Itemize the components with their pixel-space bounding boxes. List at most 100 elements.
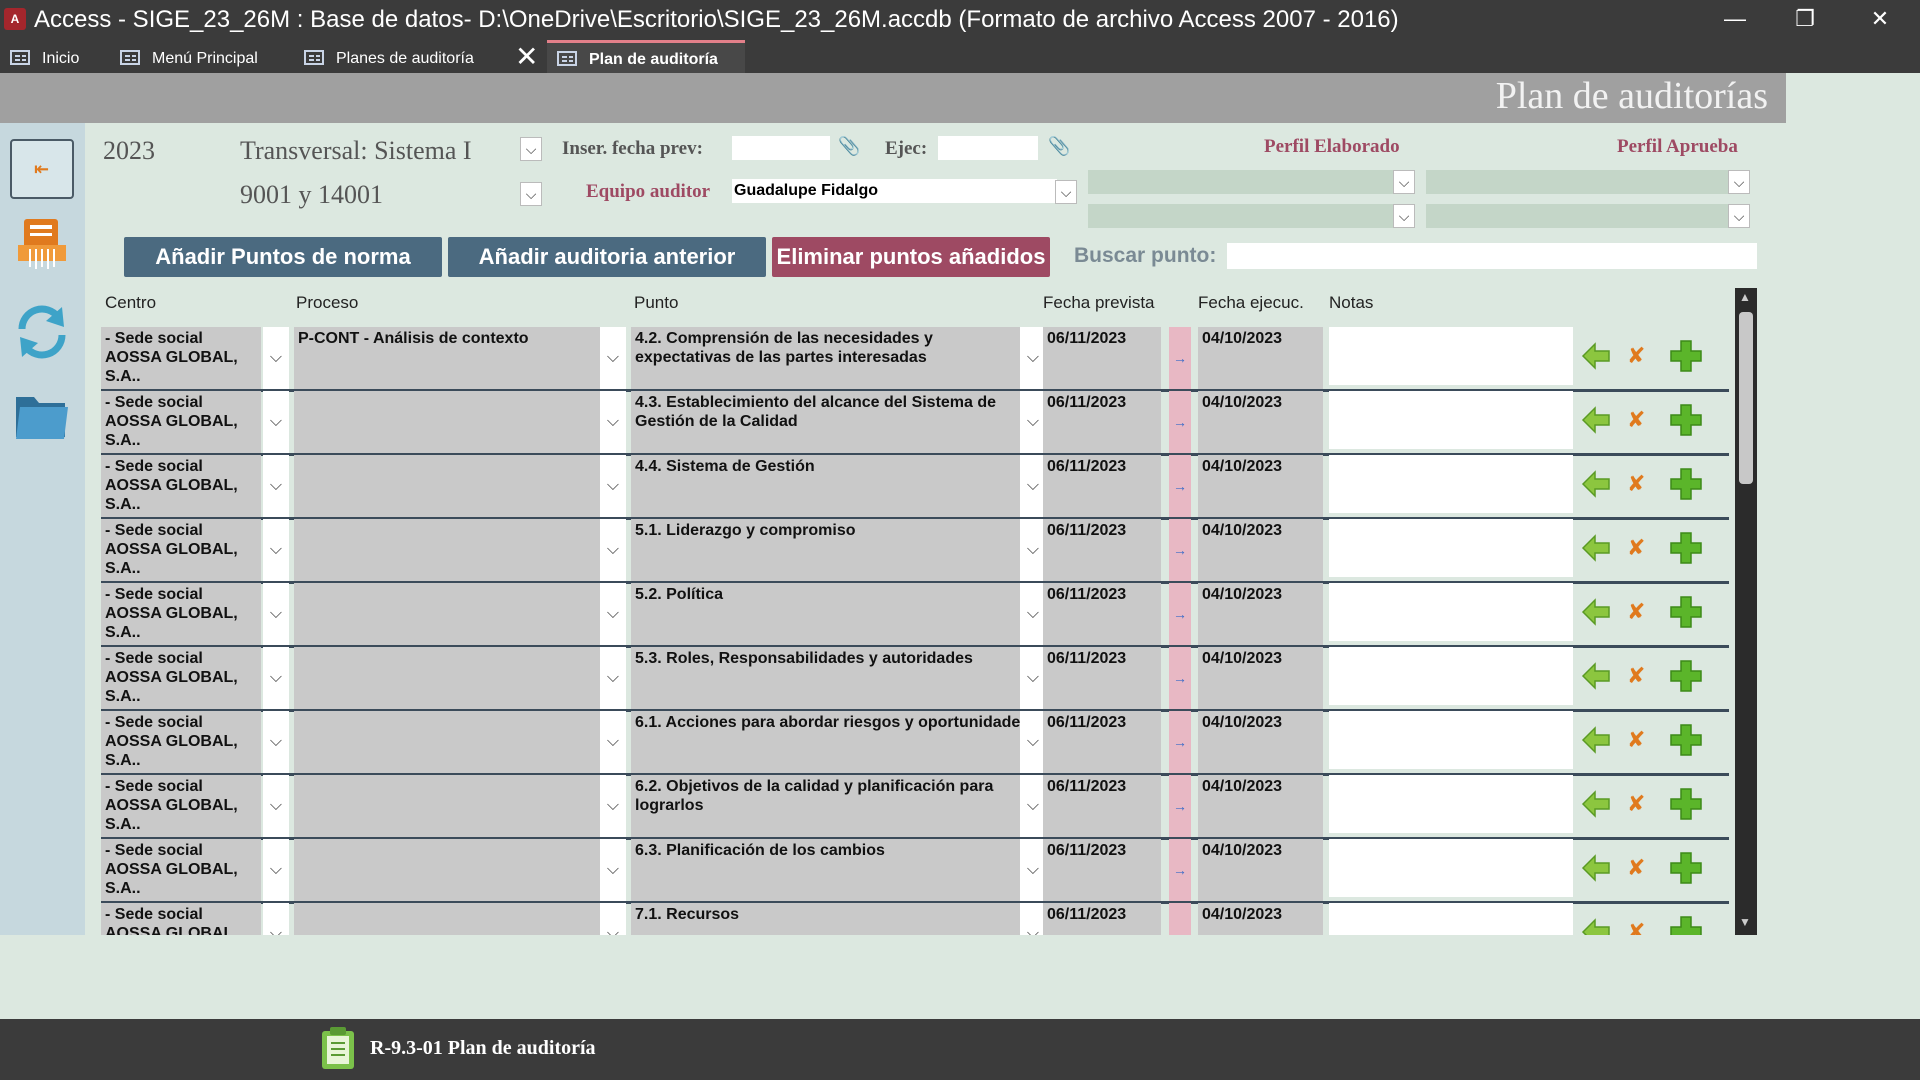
fecha-ejecuc-field[interactable]: 04/10/2023	[1198, 391, 1323, 453]
centro-combo[interactable]: - Sede social AOSSA GLOBAL, S.A..	[101, 583, 261, 645]
notas-field[interactable]	[1329, 519, 1573, 577]
notas-field[interactable]	[1329, 327, 1573, 385]
add-icon[interactable]	[1669, 723, 1703, 757]
centro-combo[interactable]: - Sede social AOSSA GLOBAL, S.A..	[101, 519, 261, 581]
centro-dropdown[interactable]: ⌵	[263, 711, 289, 773]
delete-icon[interactable]: ✘	[1627, 789, 1645, 819]
add-icon[interactable]	[1669, 787, 1703, 821]
fecha-ejecuc-field[interactable]: 04/10/2023	[1198, 583, 1323, 645]
centro-dropdown[interactable]: ⌵	[263, 327, 289, 389]
minimize-button[interactable]: —	[1705, 2, 1765, 36]
notas-field[interactable]	[1329, 903, 1573, 935]
tab-inicio[interactable]: Inicio	[10, 40, 79, 73]
back-arrow-icon[interactable]	[1581, 405, 1611, 435]
proceso-dropdown[interactable]: ⌵	[600, 647, 626, 709]
proceso-dropdown[interactable]: ⌵	[600, 711, 626, 773]
notas-field[interactable]	[1329, 839, 1573, 897]
proceso-combo[interactable]	[294, 711, 600, 773]
punto-combo[interactable]: 5.2. Política	[631, 583, 1037, 645]
back-arrow-icon[interactable]	[1581, 917, 1611, 935]
perfil-elaborado-dropdown-2[interactable]: ⌵	[1393, 204, 1415, 228]
centro-combo[interactable]: - Sede social AOSSA GLOBAL, S.A..	[101, 391, 261, 453]
arrow-right-icon[interactable]: →	[1169, 519, 1191, 581]
proceso-combo[interactable]	[294, 391, 600, 453]
arrow-right-icon[interactable]: →	[1169, 903, 1191, 935]
back-arrow-icon[interactable]	[1581, 533, 1611, 563]
scroll-down-icon[interactable]: ▼	[1739, 915, 1751, 929]
close-tab-icon[interactable]: ✕	[515, 40, 538, 73]
proceso-combo[interactable]	[294, 583, 600, 645]
delete-icon[interactable]: ✘	[1627, 341, 1645, 371]
proceso-dropdown[interactable]: ⌵	[600, 327, 626, 389]
back-arrow-icon[interactable]	[1581, 789, 1611, 819]
tab-planes-de-auditoria[interactable]: Planes de auditoría	[304, 40, 474, 73]
punto-combo[interactable]: 5.1. Liderazgo y compromiso	[631, 519, 1037, 581]
fecha-prevista-field[interactable]: 06/11/2023	[1043, 903, 1161, 935]
fecha-prevista-field[interactable]: 06/11/2023	[1043, 839, 1161, 901]
delete-icon[interactable]: ✘	[1627, 405, 1645, 435]
add-icon[interactable]	[1669, 339, 1703, 373]
back-arrow-icon[interactable]	[1581, 341, 1611, 371]
proceso-dropdown[interactable]: ⌵	[600, 391, 626, 453]
arrow-right-icon[interactable]: →	[1169, 711, 1191, 773]
delete-icon[interactable]: ✘	[1627, 853, 1645, 883]
notas-field[interactable]	[1329, 711, 1573, 769]
paperclip-icon[interactable]: 📎	[1048, 136, 1070, 157]
centro-dropdown[interactable]: ⌵	[263, 519, 289, 581]
arrow-right-icon[interactable]: →	[1169, 455, 1191, 517]
centro-combo[interactable]: - Sede social AOSSA GLOBAL, S.A..	[101, 455, 261, 517]
paperclip-icon[interactable]: 📎	[838, 136, 860, 157]
add-icon[interactable]	[1669, 531, 1703, 565]
add-icon[interactable]	[1669, 403, 1703, 437]
delete-icon[interactable]: ✘	[1627, 597, 1645, 627]
fecha-prevista-field[interactable]: 06/11/2023	[1043, 583, 1161, 645]
punto-combo[interactable]: 6.2. Objetivos de la calidad y planifica…	[631, 775, 1037, 837]
add-points-button[interactable]: Añadir Puntos de norma	[124, 237, 442, 277]
scroll-thumb[interactable]	[1739, 312, 1753, 484]
arrow-right-icon[interactable]: →	[1169, 583, 1191, 645]
back-arrow-icon[interactable]	[1581, 853, 1611, 883]
norma-dropdown[interactable]: ⌵	[520, 182, 542, 206]
restore-button[interactable]: ❐	[1775, 2, 1835, 36]
add-icon[interactable]	[1669, 915, 1703, 935]
proceso-dropdown[interactable]: ⌵	[600, 455, 626, 517]
fecha-prevista-field[interactable]: 06/11/2023	[1043, 327, 1161, 389]
add-previous-audit-button[interactable]: Añadir auditoria anterior	[448, 237, 766, 277]
back-arrow-icon[interactable]	[1581, 725, 1611, 755]
inser-fecha-input[interactable]	[732, 136, 830, 160]
centro-dropdown[interactable]: ⌵	[263, 839, 289, 901]
norma-combo[interactable]: 9001 y 14001	[240, 180, 383, 210]
proceso-dropdown[interactable]: ⌵	[600, 583, 626, 645]
fecha-ejecuc-field[interactable]: 04/10/2023	[1198, 519, 1323, 581]
punto-combo[interactable]: 4.4. Sistema de Gestión	[631, 455, 1037, 517]
add-icon[interactable]	[1669, 659, 1703, 693]
delete-icon[interactable]: ✘	[1627, 469, 1645, 499]
notas-field[interactable]	[1329, 775, 1573, 833]
proceso-dropdown[interactable]: ⌵	[600, 839, 626, 901]
fecha-ejecuc-field[interactable]: 04/10/2023	[1198, 647, 1323, 709]
perfil-aprueba-dropdown-2[interactable]: ⌵	[1728, 204, 1750, 228]
punto-combo[interactable]: 7.1. Recursos	[631, 903, 1037, 935]
delete-icon[interactable]: ✘	[1627, 533, 1645, 563]
ejec-input[interactable]	[938, 136, 1038, 160]
fecha-ejecuc-field[interactable]: 04/10/2023	[1198, 839, 1323, 901]
transversal-dropdown[interactable]: ⌵	[520, 137, 542, 161]
centro-combo[interactable]: - Sede social AOSSA GLOBAL, S.A..	[101, 775, 261, 837]
fecha-prevista-field[interactable]: 06/11/2023	[1043, 711, 1161, 773]
proceso-combo[interactable]	[294, 775, 600, 837]
delete-icon[interactable]: ✘	[1627, 661, 1645, 691]
back-arrow-icon[interactable]	[1581, 597, 1611, 627]
back-arrow-icon[interactable]	[1581, 469, 1611, 499]
perfil-aprueba-dropdown-1[interactable]: ⌵	[1728, 170, 1750, 194]
proceso-dropdown[interactable]: ⌵	[600, 519, 626, 581]
centro-dropdown[interactable]: ⌵	[263, 647, 289, 709]
perfil-elaborado-combo-2[interactable]	[1088, 204, 1394, 228]
equipo-auditor-combo[interactable]: Guadalupe Fidalgo	[732, 179, 1057, 203]
centro-combo[interactable]: - Sede social AOSSA GLOBAL, S.A..	[101, 647, 261, 709]
proceso-combo[interactable]	[294, 519, 600, 581]
notas-field[interactable]	[1329, 647, 1573, 705]
delete-added-points-button[interactable]: Eliminar puntos añadidos	[772, 237, 1050, 277]
year-field[interactable]: 2023	[103, 136, 155, 166]
perfil-elaborado-dropdown-1[interactable]: ⌵	[1393, 170, 1415, 194]
vertical-scrollbar[interactable]: ▲ ▼	[1735, 288, 1757, 935]
